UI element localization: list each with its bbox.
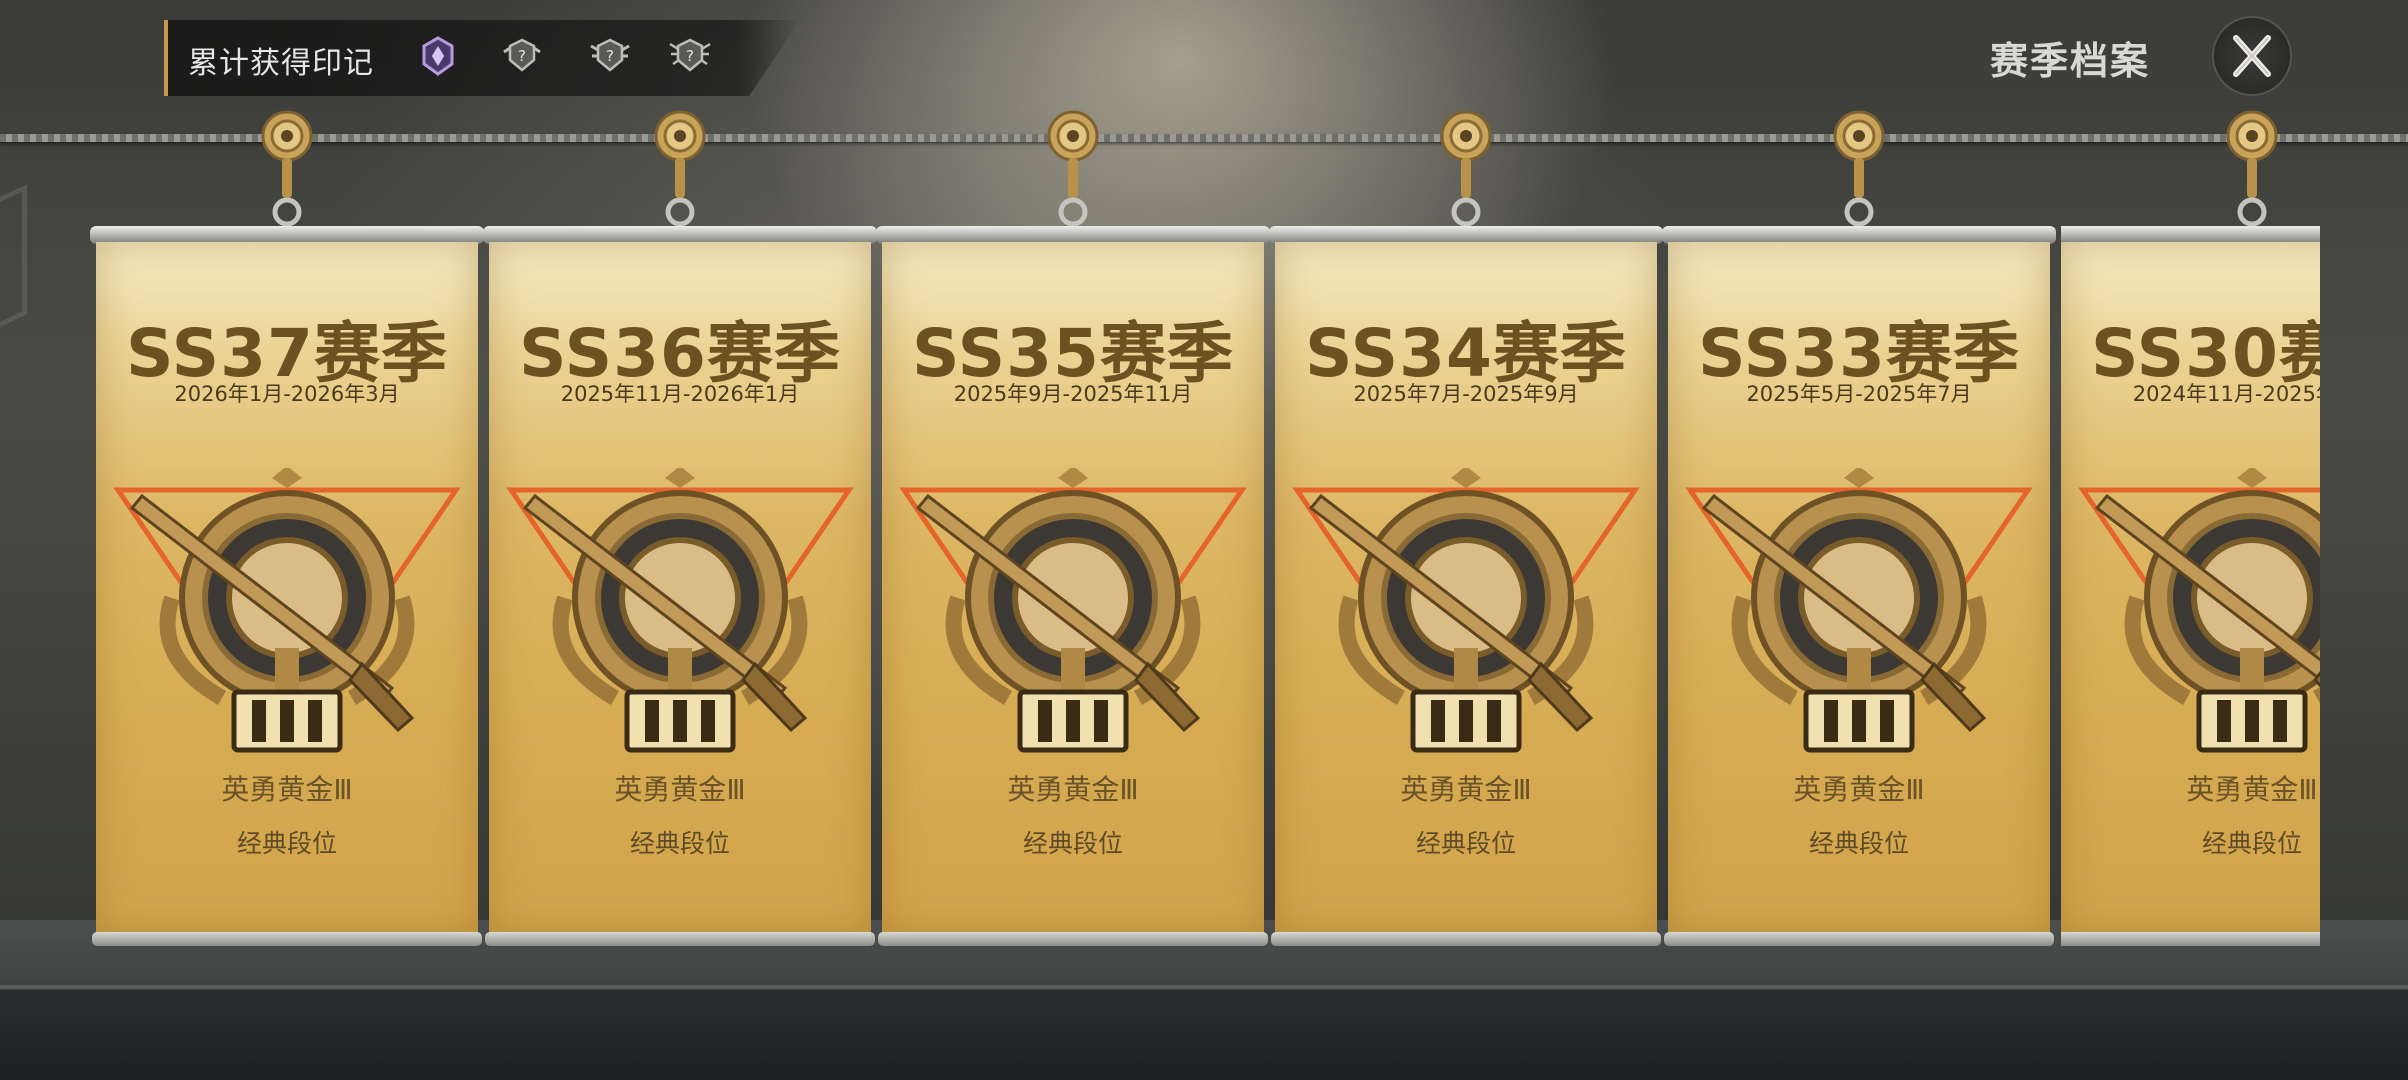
season-banner[interactable]: SS30赛季 2024年11月-2025年1月 英勇黄金Ⅲ 经典段位 (2061, 108, 2320, 948)
rank-name: 英勇黄金Ⅲ (1400, 773, 1532, 806)
svg-text:?: ? (686, 47, 694, 65)
banner-bottom-rod (92, 932, 482, 946)
season-banner[interactable]: SS37赛季 2026年1月-2026年3月 英勇黄金Ⅲ 经典段位 (90, 108, 484, 948)
banner-bottom-rod (2061, 932, 2320, 946)
gold-rank-emblem-icon (899, 468, 1247, 753)
rank-type: 经典段位 (629, 829, 730, 858)
rank-name: 英勇黄金Ⅲ (614, 773, 746, 806)
rank-type: 经典段位 (1415, 829, 1516, 858)
season-dates: 2024年11月-2025年1月 (2132, 382, 2320, 406)
rank-name: 英勇黄金Ⅲ (221, 773, 353, 806)
gold-rank-emblem-icon (1685, 468, 2033, 753)
season-dates: 2026年1月-2026年3月 (174, 382, 400, 406)
gold-rank-emblem-icon (1292, 468, 1640, 753)
season-banner[interactable]: SS33赛季 2025年5月-2025年7月 英勇黄金Ⅲ 经典段位 (1662, 108, 2056, 948)
stamps-panel-accent (164, 20, 168, 96)
hanger-hook-icon (654, 110, 706, 227)
gold-rank-emblem-icon (506, 468, 854, 753)
rank-type: 经典段位 (236, 829, 337, 858)
locked-stamp-icon[interactable]: ? (500, 34, 544, 78)
season-banner[interactable]: SS34赛季 2025年7月-2025年9月 英勇黄金Ⅲ 经典段位 (1269, 108, 1663, 948)
season-dates: 2025年11月-2026年1月 (560, 382, 800, 406)
hanger-hook-icon (2226, 110, 2278, 227)
hanger-hook-icon (1833, 110, 1885, 227)
rank-name: 英勇黄金Ⅲ (2186, 773, 2318, 806)
purple-stamp-icon[interactable] (416, 34, 460, 78)
locked-stamp-icon[interactable]: ? (668, 34, 712, 78)
rank-type: 经典段位 (2201, 829, 2302, 858)
hanger-hook-icon (261, 110, 313, 227)
page-title: 赛季档案 (1990, 39, 2151, 83)
banner-bottom-rod (878, 932, 1268, 946)
banner-bottom-rod (1664, 932, 2054, 946)
banner-bottom-rod (485, 932, 875, 946)
season-banner[interactable]: SS35赛季 2025年9月-2025年11月 英勇黄金Ⅲ 经典段位 (876, 108, 1270, 948)
wall-decoration (0, 184, 27, 346)
gold-rank-emblem-icon (2078, 468, 2320, 753)
locked-stamp-icon[interactable]: ? (588, 34, 632, 78)
rank-name: 英勇黄金Ⅲ (1793, 773, 1925, 806)
hanger-hook-icon (1440, 110, 1492, 227)
season-banner[interactable]: SS36赛季 2025年11月-2026年1月 英勇黄金Ⅲ 经典段位 (483, 108, 877, 948)
close-button[interactable] (2212, 16, 2292, 96)
floor (0, 990, 2408, 1080)
banner-bottom-rod (1271, 932, 1661, 946)
season-dates: 2025年5月-2025年7月 (1746, 382, 1972, 406)
rank-type: 经典段位 (1022, 829, 1123, 858)
gold-rank-emblem-icon (113, 468, 461, 753)
rank-type: 经典段位 (1808, 829, 1909, 858)
season-dates: 2025年7月-2025年9月 (1353, 382, 1579, 406)
svg-text:?: ? (606, 47, 614, 65)
rank-name: 英勇黄金Ⅲ (1007, 773, 1139, 806)
close-icon (2233, 35, 2271, 77)
hanger-hook-icon (1047, 110, 1099, 227)
season-archive-scene: 累计获得印记 ? ? ? 赛季档案 SS37赛季 2026年1月-2026年3月 (0, 0, 2408, 1080)
svg-text:?: ? (518, 47, 526, 65)
season-dates: 2025年9月-2025年11月 (953, 382, 1193, 406)
floor-edge (0, 985, 2408, 989)
stamps-label: 累计获得印记 (188, 46, 374, 81)
